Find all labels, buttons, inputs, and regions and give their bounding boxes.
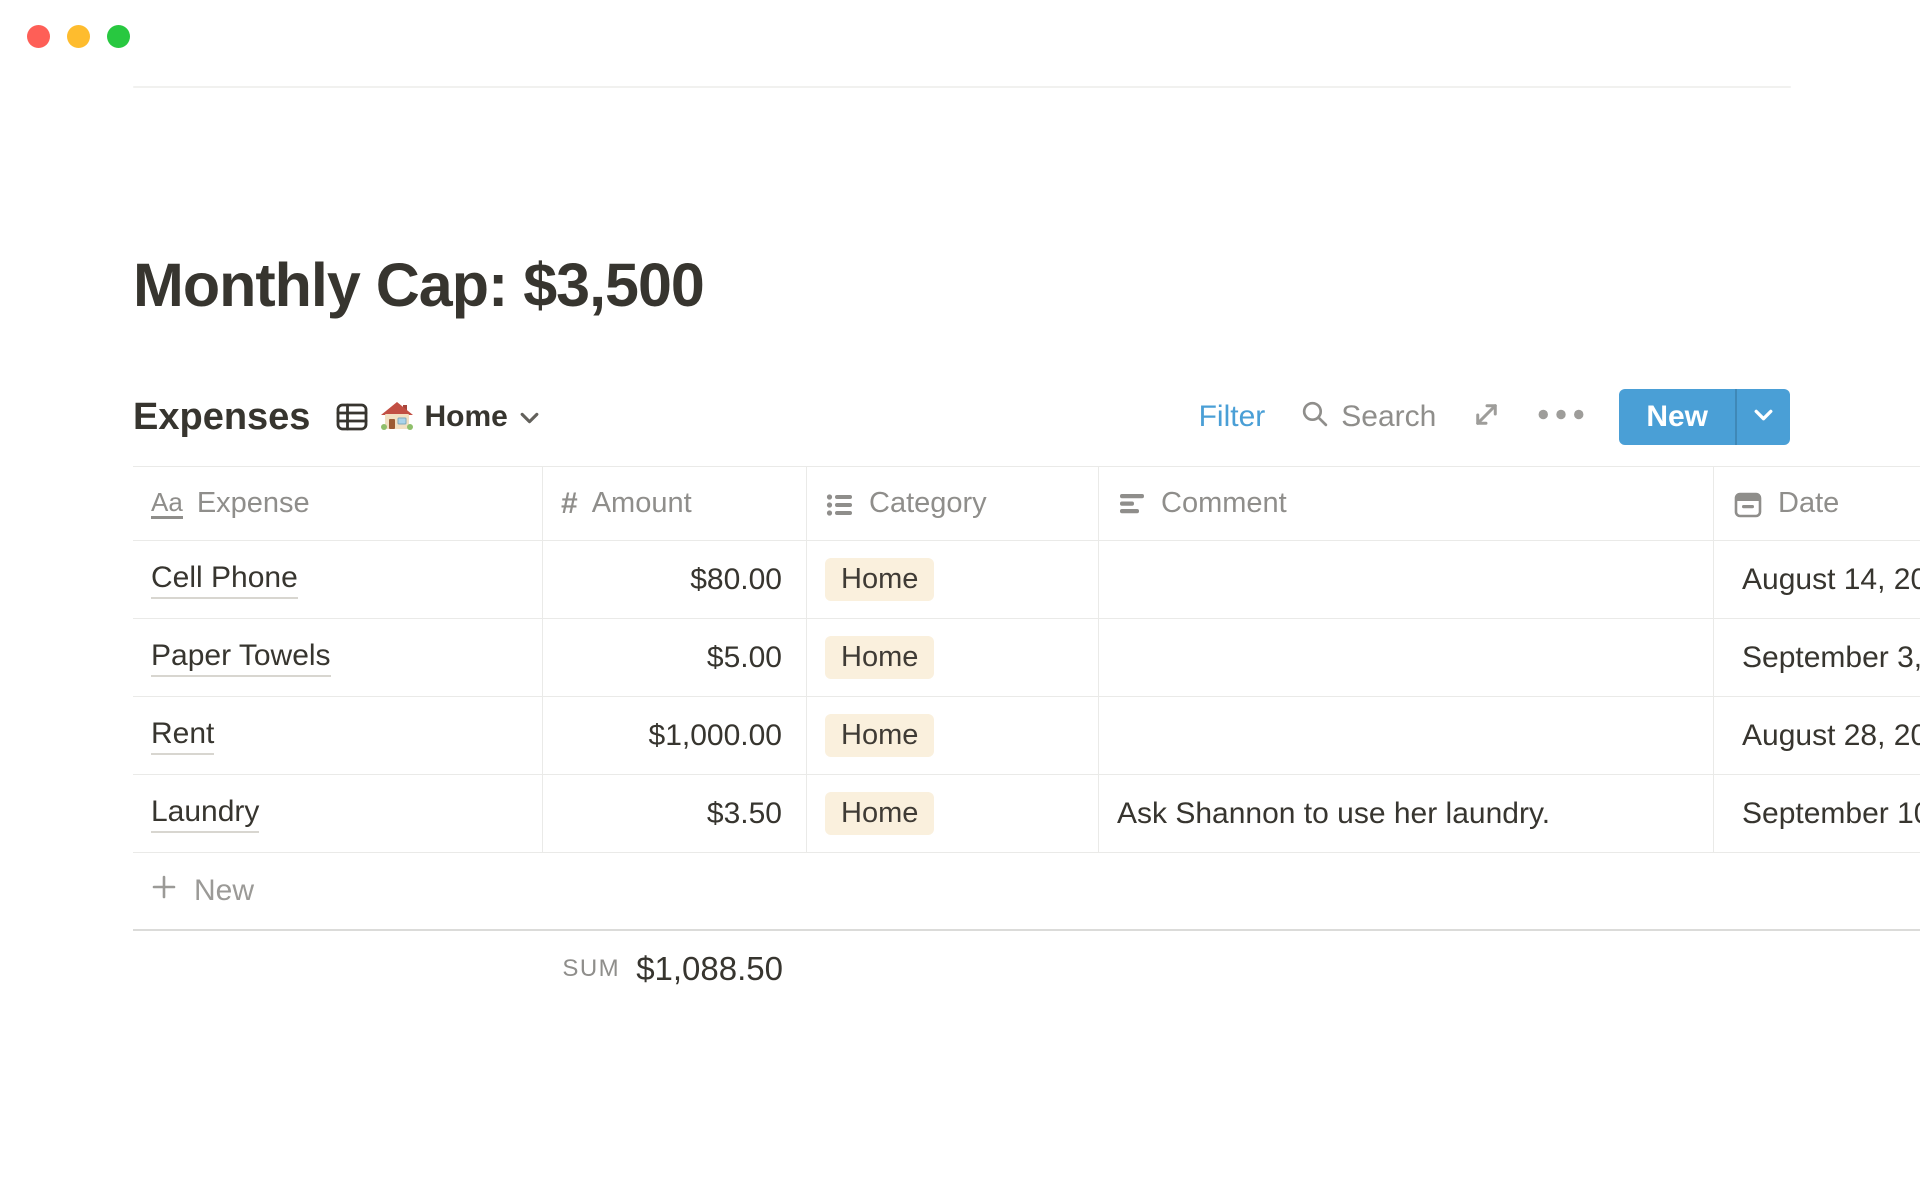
select-list-icon xyxy=(825,489,855,519)
date-cell[interactable]: September 3, 2 xyxy=(1714,619,1920,696)
database-title[interactable]: Expenses xyxy=(133,396,310,439)
chevron-down-icon xyxy=(1751,402,1776,432)
new-button-group: New xyxy=(1619,389,1790,445)
column-label: Amount xyxy=(592,487,692,520)
text-property-icon: Aa xyxy=(151,489,183,519)
aggregate-row: SUM $1,088.50 xyxy=(133,931,1920,1007)
header-divider xyxy=(133,86,1791,88)
ellipsis-icon xyxy=(1537,408,1585,426)
expense-cell[interactable]: Rent xyxy=(133,697,543,774)
view-header: Expenses xyxy=(133,396,541,439)
comment-cell[interactable]: Ask Shannon to use her laundry. xyxy=(1099,775,1714,852)
category-cell[interactable]: Home xyxy=(807,619,1099,696)
number-property-icon: # xyxy=(561,489,578,519)
category-cell[interactable]: Home xyxy=(807,697,1099,774)
plus-icon xyxy=(149,872,179,910)
filter-button[interactable]: Filter xyxy=(1199,400,1266,434)
expense-title-link[interactable]: Rent xyxy=(151,717,214,755)
column-label: Expense xyxy=(197,487,310,520)
diagonal-expand-arrows-icon xyxy=(1470,398,1503,436)
table-row: Cell Phone $80.00 Home August 14, 201 xyxy=(133,541,1920,619)
date-cell[interactable]: August 14, 201 xyxy=(1714,541,1920,618)
expense-title-link[interactable]: Cell Phone xyxy=(151,561,298,599)
toolbar-controls: Filter Search xyxy=(1199,389,1790,445)
expense-cell[interactable]: Paper Towels xyxy=(133,619,543,696)
sum-value: $1,088.50 xyxy=(636,950,783,988)
category-cell[interactable]: Home xyxy=(807,775,1099,852)
category-tag[interactable]: Home xyxy=(825,792,934,835)
comment-cell[interactable] xyxy=(1099,541,1714,618)
expand-view-button[interactable] xyxy=(1470,398,1503,436)
column-label: Date xyxy=(1778,487,1839,520)
comment-cell[interactable] xyxy=(1099,697,1714,774)
category-tag[interactable]: Home xyxy=(825,714,934,757)
magnifier-icon xyxy=(1299,398,1330,437)
page-title[interactable]: Monthly Cap: $3,500 xyxy=(133,250,704,320)
zoom-window-button[interactable] xyxy=(107,25,130,48)
sum-aggregate-button[interactable]: SUM $1,088.50 xyxy=(133,931,783,1007)
calendar-icon xyxy=(1732,488,1764,520)
amount-cell[interactable]: $5.00 xyxy=(543,619,807,696)
table-header-row: Aa Expense # Amount Category xyxy=(133,466,1920,541)
amount-cell[interactable]: $1,000.00 xyxy=(543,697,807,774)
expense-cell[interactable]: Laundry xyxy=(133,775,543,852)
sum-label: SUM xyxy=(562,955,620,983)
column-header-comment[interactable]: Comment xyxy=(1099,467,1714,540)
expense-title-link[interactable]: Laundry xyxy=(151,795,259,833)
category-tag[interactable]: Home xyxy=(825,558,934,601)
more-options-button[interactable] xyxy=(1537,408,1585,426)
column-header-date[interactable]: Date xyxy=(1714,467,1920,540)
amount-cell[interactable]: $80.00 xyxy=(543,541,807,618)
category-tag[interactable]: Home xyxy=(825,636,934,679)
date-cell[interactable]: August 28, 20 xyxy=(1714,697,1920,774)
table-row: Laundry $3.50 Home Ask Shannon to use he… xyxy=(133,775,1920,853)
date-cell[interactable]: September 10, xyxy=(1714,775,1920,852)
search-label: Search xyxy=(1341,400,1436,434)
expense-title-link[interactable]: Paper Towels xyxy=(151,639,331,677)
new-row-label: New xyxy=(194,874,254,908)
view-name-label: Home xyxy=(424,400,507,434)
view-switcher-dropdown[interactable]: Home xyxy=(334,399,540,435)
database-toolbar: Expenses xyxy=(133,388,1790,446)
column-header-expense[interactable]: Aa Expense xyxy=(133,467,543,540)
column-header-category[interactable]: Category xyxy=(807,467,1099,540)
category-cell[interactable]: Home xyxy=(807,541,1099,618)
minimize-window-button[interactable] xyxy=(67,25,90,48)
chevron-down-icon xyxy=(518,406,541,429)
new-dropdown-button[interactable] xyxy=(1737,389,1790,445)
column-label: Category xyxy=(869,487,987,520)
table-row: Rent $1,000.00 Home August 28, 20 xyxy=(133,697,1920,775)
column-label: Comment xyxy=(1161,487,1287,520)
add-new-row-button[interactable]: New xyxy=(133,853,1920,931)
expense-cell[interactable]: Cell Phone xyxy=(133,541,543,618)
table-row: Paper Towels $5.00 Home September 3, 2 xyxy=(133,619,1920,697)
comment-cell[interactable] xyxy=(1099,619,1714,696)
new-button[interactable]: New xyxy=(1619,389,1735,445)
house-emoji-icon xyxy=(380,400,414,434)
column-header-amount[interactable]: # Amount xyxy=(543,467,807,540)
expenses-table: Aa Expense # Amount Category xyxy=(133,466,1920,1007)
search-button[interactable]: Search xyxy=(1299,398,1436,437)
table-view-icon xyxy=(334,399,370,435)
close-window-button[interactable] xyxy=(27,25,50,48)
text-align-left-icon xyxy=(1117,489,1147,519)
amount-cell[interactable]: $3.50 xyxy=(543,775,807,852)
window-controls xyxy=(27,25,130,48)
